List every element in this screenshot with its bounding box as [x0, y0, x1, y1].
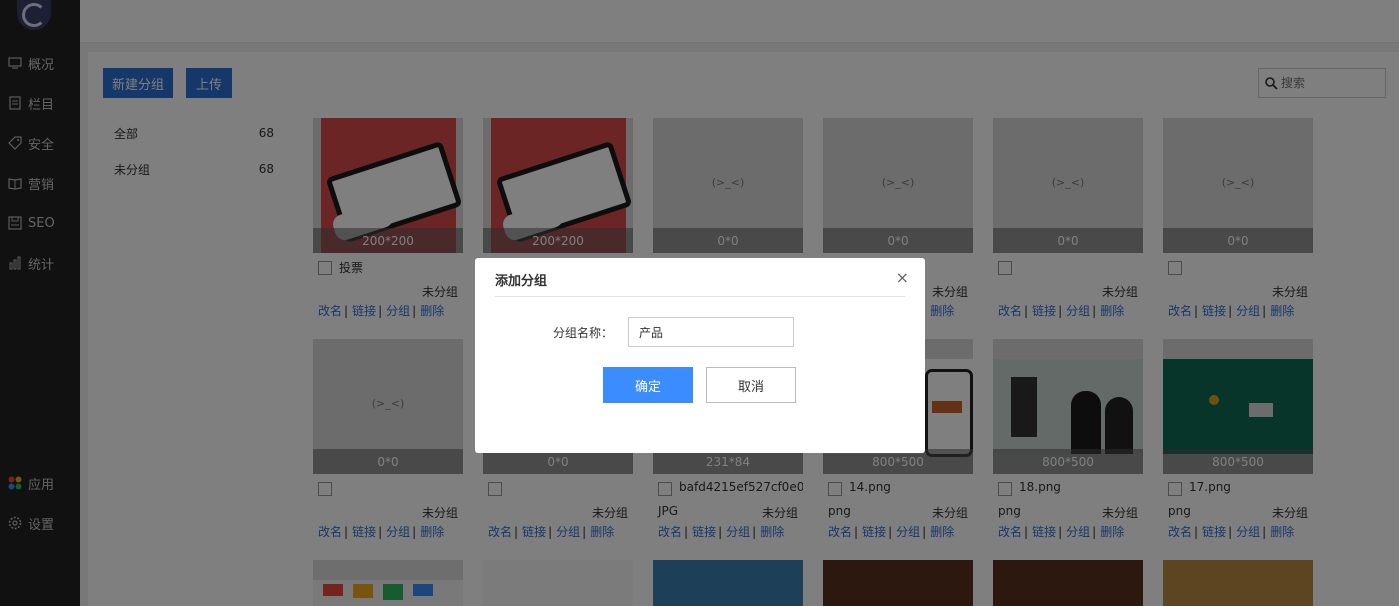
- divider: [495, 296, 905, 297]
- confirm-button[interactable]: 确定: [603, 367, 693, 403]
- cancel-button[interactable]: 取消: [706, 367, 796, 403]
- close-icon[interactable]: ×: [896, 268, 909, 287]
- add-group-dialog: 添加分组 × 分组名称： 确定 取消: [475, 258, 925, 453]
- group-name-label: 分组名称：: [553, 326, 614, 340]
- dialog-title: 添加分组: [495, 274, 548, 289]
- group-name-input[interactable]: [628, 317, 794, 347]
